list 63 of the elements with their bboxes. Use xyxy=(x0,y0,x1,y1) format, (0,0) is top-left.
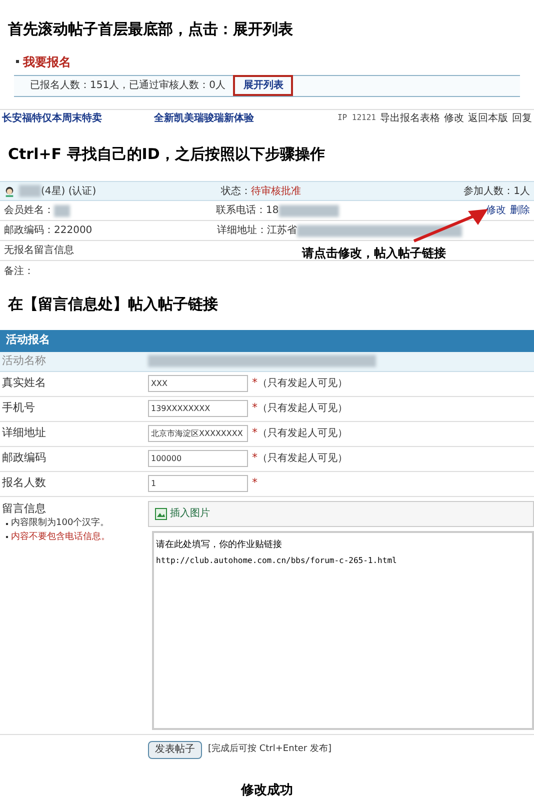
thread-action-link[interactable]: 返回本版 xyxy=(468,110,508,126)
form-label: 活动名称 xyxy=(2,352,47,369)
submit-button[interactable]: 发表帖子 xyxy=(148,740,202,758)
user-avatar-icon xyxy=(4,186,15,196)
thread-action-link[interactable]: 导出报名表格 xyxy=(380,110,440,126)
text-input[interactable]: XXX xyxy=(148,375,248,392)
form-label: 详细地址 xyxy=(2,425,47,442)
form-label: 手机号 xyxy=(2,400,36,416)
form-label: 邮政编码 xyxy=(2,450,47,466)
message-line: 请在此处填写，你的作业贴链接 xyxy=(156,538,283,552)
blurred-text xyxy=(278,204,339,216)
edit-link[interactable]: 修改 xyxy=(486,203,506,218)
text-input[interactable]: 1 xyxy=(148,475,248,492)
section-title: 我要报名 xyxy=(23,54,71,70)
participant-count: 参加人数：1人 xyxy=(464,184,530,198)
result-text: 修改成功 xyxy=(240,782,294,800)
expand-list-link[interactable]: 展开列表 xyxy=(233,75,294,96)
instruction-heading: 首先滚动帖子首层最底部，点击：展开列表 xyxy=(8,19,294,40)
ip-label: IP 12121 xyxy=(337,112,376,124)
form-label: 报名人数 xyxy=(2,475,47,492)
visibility-hint: （只有发起人可见） xyxy=(258,452,348,466)
user-rank: (4星) (认证) xyxy=(41,184,96,198)
instruction-heading: Ctrl+F 寻找自己的ID，之后按照以下步骤操作 xyxy=(8,144,326,164)
required-mark: * xyxy=(252,450,258,466)
blurred-text xyxy=(19,185,41,197)
visibility-hint: （只有发起人可见） xyxy=(258,426,348,441)
thread-action-link[interactable]: 修改 xyxy=(444,110,464,126)
image-icon xyxy=(155,508,167,520)
instruction-heading: 在【留言信息处】帖入帖子链接 xyxy=(8,294,219,315)
zip-code-text: 邮政编码：222000 xyxy=(4,224,94,238)
required-mark: * xyxy=(252,400,258,416)
phone-label: 联系电话：18 xyxy=(216,204,279,218)
no-message-text: 无报名留言信息 xyxy=(4,244,74,258)
form-header: 活动报名 xyxy=(0,330,534,352)
submit-hint: [完成后可按 Ctrl+Enter 发布] xyxy=(208,742,332,756)
text-input[interactable]: 北京市海淀区XXXXXXXX xyxy=(148,425,248,442)
note-label: 备注： xyxy=(4,264,34,278)
blurred-text xyxy=(54,204,70,216)
message-textarea[interactable]: 请在此处填写，你的作业贴链接 http://club.autohome.com.cn/bbs/forum-c-265-1.html xyxy=(152,530,534,730)
promo-link[interactable]: 长安福特仅本周末特卖 xyxy=(2,110,102,126)
rule-text: 内容限制为100个汉字。 xyxy=(11,517,110,530)
rule-text: 内容不要包含电话信息。 xyxy=(11,530,110,544)
insert-image-button[interactable]: 插入图片 xyxy=(170,506,210,521)
required-mark: * xyxy=(252,475,258,492)
required-mark: * xyxy=(252,375,258,392)
thread-action-link[interactable]: 回复 xyxy=(512,110,532,126)
message-line: http://club.autohome.com.cn/bbs/forum-c-265-1.html xyxy=(156,555,398,567)
form-label: 留言信息 xyxy=(2,500,47,516)
promo-link[interactable]: 全新凯美瑞骏瑞新体验 xyxy=(154,110,254,126)
status-label: 状态： xyxy=(221,184,252,198)
visibility-hint: （只有发起人可见） xyxy=(258,402,348,416)
status-text: 待审核批准 xyxy=(251,184,302,198)
callout-text: 请点击修改，帖入帖子链接 xyxy=(302,244,446,262)
delete-link[interactable]: 删除 xyxy=(510,203,530,218)
address-label: 详细地址：江苏省 xyxy=(217,224,297,238)
form-label: 真实姓名 xyxy=(2,375,47,392)
visibility-hint: （只有发起人可见） xyxy=(258,376,348,391)
text-input[interactable]: 100000 xyxy=(148,450,248,467)
text-input[interactable]: 139XXXXXXXX xyxy=(148,400,248,417)
required-mark: * xyxy=(252,425,258,442)
signup-summary: 已报名人数：151人，已通过审核人数：0人 xyxy=(30,78,226,93)
member-name-label: 会员姓名： xyxy=(4,204,54,218)
bullet-icon xyxy=(16,60,19,63)
